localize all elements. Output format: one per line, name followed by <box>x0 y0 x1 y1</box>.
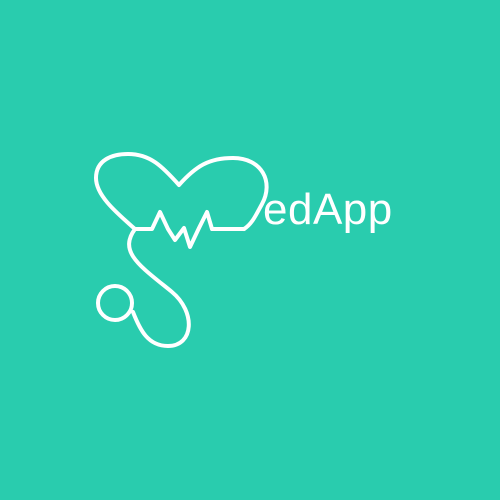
heartbeat-line <box>133 210 246 249</box>
heart-outline <box>94 152 269 231</box>
stethoscope-heart-icon <box>94 152 269 348</box>
logo-wordmark: edApp <box>263 185 393 234</box>
stethoscope-chestpiece <box>96 284 134 322</box>
medapp-logo: edApp <box>0 0 500 500</box>
stethoscope-tube <box>127 227 191 348</box>
